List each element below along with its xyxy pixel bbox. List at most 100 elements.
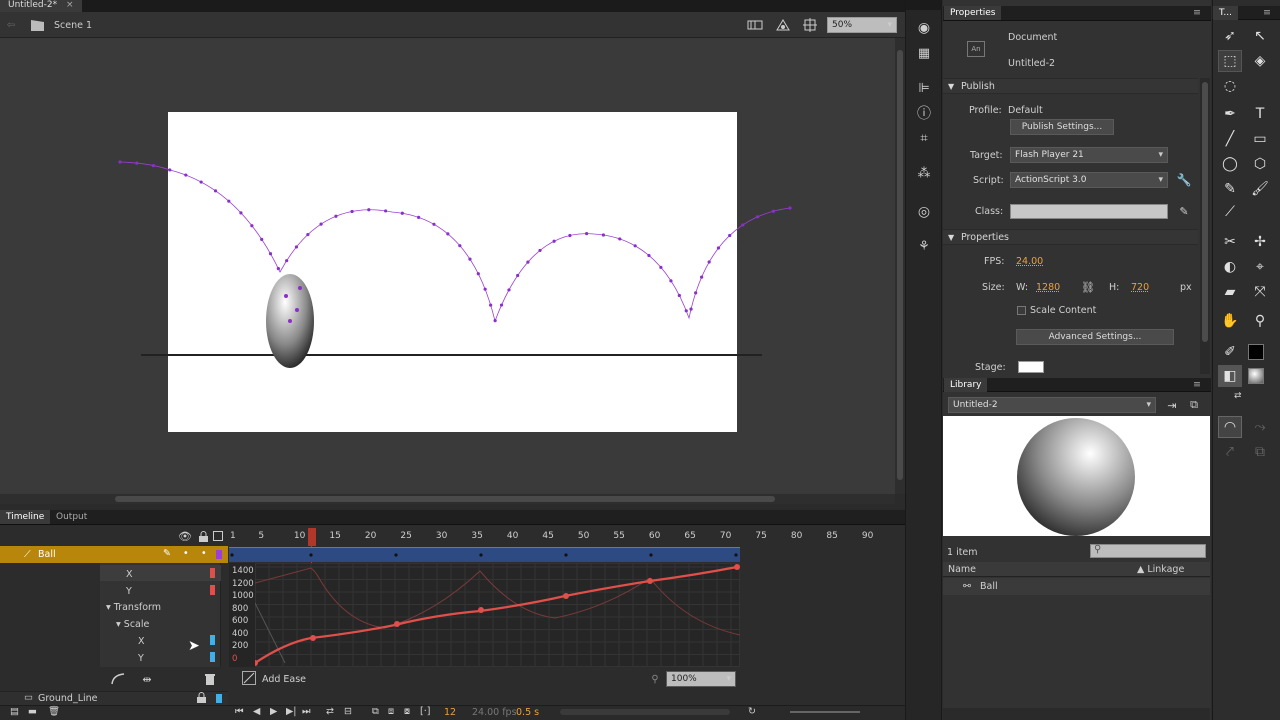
layer-name-ground[interactable]: Ground_Line <box>38 693 98 704</box>
transform-panel-icon[interactable]: ⌗ <box>913 128 935 148</box>
delete-property-icon[interactable] <box>203 672 217 686</box>
motion-presets-icon[interactable]: ⚘ <box>913 236 935 256</box>
line-tool-icon[interactable]: ╱ <box>1218 128 1242 150</box>
align-panel-icon[interactable]: ⊫ <box>913 78 935 98</box>
goto-first-icon[interactable]: ⏮ <box>235 706 244 717</box>
components-panel-icon[interactable]: ⁂ <box>913 163 935 183</box>
add-ease-icon[interactable] <box>242 671 256 685</box>
paint-brush-tool-icon[interactable]: ⟋ <box>1218 201 1242 223</box>
target-select[interactable]: Flash Player 21 <box>1010 147 1168 163</box>
snap-to-objects-icon[interactable]: ◠ <box>1218 416 1242 438</box>
bind-tool-icon[interactable]: ✢ <box>1248 231 1272 253</box>
info-panel-icon[interactable]: ⓘ <box>913 103 935 123</box>
prop-transform[interactable]: ▾ Transform <box>106 602 161 613</box>
zoom-select[interactable]: 50% <box>827 17 897 33</box>
tab-tools[interactable]: T... <box>1213 6 1239 20</box>
script-settings-wrench-icon[interactable]: 🔧 <box>1177 172 1192 188</box>
layer-color-swatch[interactable] <box>216 550 222 559</box>
edit-scene-icon[interactable] <box>774 17 792 33</box>
library-item-name[interactable]: Ball <box>980 581 998 592</box>
tool-options-icon[interactable]: ⧉ <box>1248 441 1272 463</box>
column-name[interactable]: Name <box>948 564 976 575</box>
cc-libraries-icon[interactable]: ◎ <box>913 202 935 222</box>
edit-class-pencil-icon[interactable]: ✎ <box>1177 203 1191 219</box>
current-frame[interactable]: 12 <box>444 707 456 718</box>
rectangle-tool-icon[interactable]: ▭ <box>1248 128 1272 150</box>
frame-size-slider[interactable] <box>790 711 860 713</box>
graph-zoom-icon[interactable]: ⚲ <box>648 672 662 686</box>
step-back-icon[interactable]: ◀ <box>253 706 260 717</box>
show-all-layers-icon[interactable]: 👁 <box>178 530 192 543</box>
smooth-icon[interactable]: ⤳ <box>1248 416 1272 438</box>
free-transform-tool-icon[interactable]: ⬚ <box>1218 50 1242 72</box>
oval-tool-icon[interactable]: ◯ <box>1218 153 1242 175</box>
swatches-panel-icon[interactable]: ▦ <box>913 43 935 63</box>
add-ease-label[interactable]: Add Ease <box>262 674 306 685</box>
tab-library[interactable]: Library <box>944 378 988 392</box>
playhead-marker[interactable] <box>308 528 316 546</box>
tab-properties[interactable]: Properties <box>944 6 1002 20</box>
layer-row-ball[interactable] <box>0 546 228 563</box>
publish-settings-button[interactable]: Publish Settings... <box>1010 119 1114 135</box>
color-panel-icon[interactable]: ◉ <box>913 18 935 38</box>
ground-lock-icon[interactable] <box>196 692 206 703</box>
stage-color-swatch[interactable] <box>1018 361 1044 373</box>
eyedropper-tool-icon[interactable]: ⌖ <box>1248 256 1272 278</box>
new-folder-icon[interactable]: ▬ <box>28 706 37 717</box>
tab-output[interactable]: Output <box>50 510 93 524</box>
pencil-icon[interactable]: ✎ <box>163 548 171 559</box>
eraser-tool-icon[interactable]: ▰ <box>1218 281 1242 303</box>
prop-y[interactable]: Y <box>126 586 132 597</box>
scale-content-checkbox[interactable] <box>1017 306 1026 315</box>
frame-rate[interactable]: 24.00 fps <box>472 707 517 718</box>
document-tab[interactable]: Untitled-2* × <box>0 0 82 12</box>
goto-last-icon[interactable]: ⏭ <box>302 706 311 717</box>
ease-curve-icon[interactable] <box>110 672 126 686</box>
pen-tool-icon[interactable]: ✒ <box>1218 103 1242 125</box>
selection-tool-icon[interactable]: ➶ <box>1218 25 1242 47</box>
class-input[interactable] <box>1010 204 1168 219</box>
3d-rotation-tool-icon[interactable]: ◈ <box>1248 50 1272 72</box>
straighten-icon[interactable]: ⤤ <box>1218 441 1242 463</box>
play-icon[interactable]: ▶ <box>270 706 277 717</box>
center-stage-icon[interactable] <box>802 17 818 33</box>
delete-layer-icon[interactable]: 🗑 <box>48 706 60 717</box>
pencil-tool-icon[interactable]: ✎ <box>1218 178 1242 200</box>
script-select[interactable]: ActionScript 3.0 <box>1010 172 1168 188</box>
library-menu-icon[interactable]: ≡ <box>1193 379 1201 390</box>
subselection-tool-icon[interactable]: ↖ <box>1248 25 1272 47</box>
modify-markers-icon[interactable]: [·] <box>420 706 430 717</box>
lock-all-layers-icon[interactable] <box>197 530 209 542</box>
panel-menu-icon[interactable]: ≡ <box>1193 7 1201 18</box>
height-value[interactable]: 720 <box>1131 282 1149 293</box>
properties-section-header[interactable]: Properties <box>943 229 1198 245</box>
column-linkage[interactable]: ▲ Linkage <box>1137 564 1184 575</box>
outline-all-layers-icon[interactable] <box>213 531 223 541</box>
hand-tool-icon[interactable]: ✋ <box>1218 310 1242 332</box>
lasso-tool-icon[interactable]: ◌ <box>1218 75 1242 97</box>
bone-tool-icon[interactable]: ✂ <box>1218 231 1242 253</box>
loop-icon[interactable]: ⇄ <box>326 706 334 717</box>
center-frame-icon[interactable]: ⊟ <box>344 706 352 717</box>
prop-x[interactable]: X <box>126 569 133 580</box>
stage-vertical-scrollbar[interactable] <box>895 38 905 494</box>
library-search-input[interactable]: ⚲ <box>1090 544 1206 558</box>
fit-to-view-icon[interactable]: ⇹ <box>138 672 156 686</box>
zoom-tool-icon[interactable]: ⚲ <box>1248 310 1272 332</box>
layer-row-ground[interactable] <box>0 691 228 705</box>
properties-scrollbar[interactable] <box>1200 78 1210 374</box>
edit-symbols-icon[interactable] <box>746 17 764 33</box>
step-forward-icon[interactable]: ▶| <box>286 706 297 717</box>
edit-multiple-icon[interactable]: ⧇ <box>404 706 410 717</box>
text-tool-icon[interactable]: T <box>1248 103 1272 125</box>
swap-colors-icon[interactable]: ⇄ <box>1234 391 1242 401</box>
prop-scale-y[interactable]: Y <box>138 653 144 664</box>
advanced-settings-button[interactable]: Advanced Settings... <box>1016 329 1174 345</box>
close-tab-icon[interactable]: × <box>66 0 74 10</box>
tools-menu-icon[interactable]: ≡ <box>1263 7 1271 18</box>
publish-section-header[interactable]: Publish <box>943 78 1198 94</box>
library-document-select[interactable]: Untitled-2 <box>948 397 1156 413</box>
polystar-tool-icon[interactable]: ⬡ <box>1248 153 1272 175</box>
visibility-dot[interactable]: • <box>183 548 189 559</box>
pin-library-icon[interactable]: ⇥ <box>1164 397 1180 413</box>
